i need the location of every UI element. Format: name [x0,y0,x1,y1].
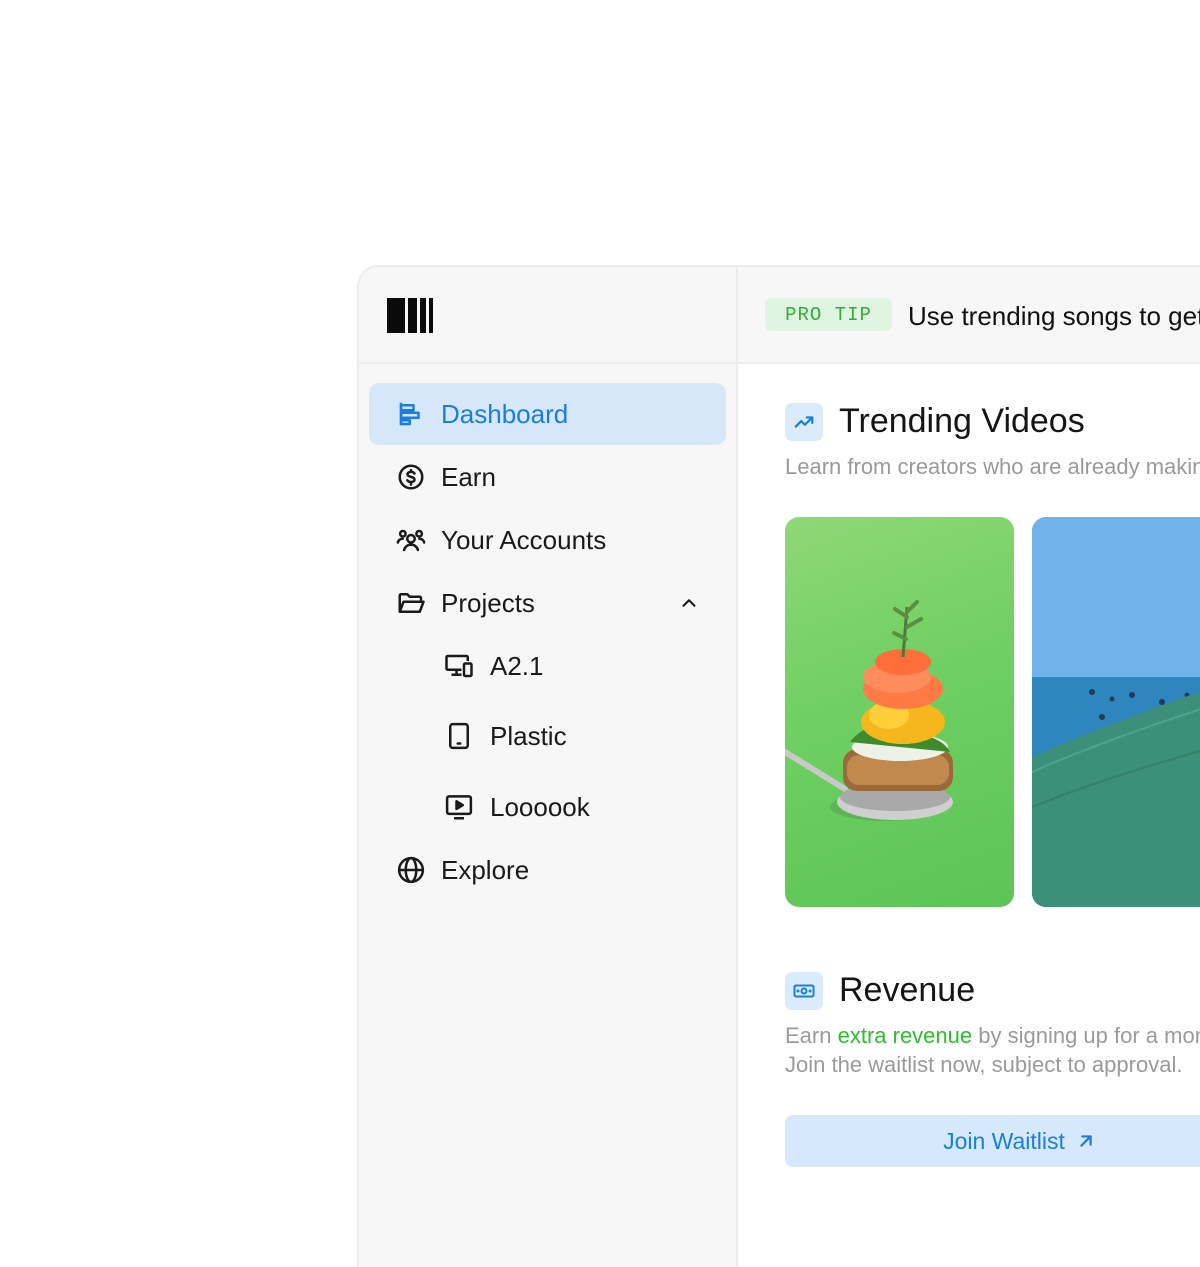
sidebar-item-label: Dashboard [441,398,569,429]
pro-tip-text: Use trending songs to get more views [908,301,1200,331]
video-player-icon [445,795,473,820]
sea-photo [1032,517,1200,907]
folder-open-icon [398,593,425,613]
sidebar: Dashboard Earn Your Accounts Projects A2… [359,267,738,1267]
sidebar-item-label: Earn [441,461,496,492]
trending-videos-description: Learn from creators who are already maki… [785,454,1200,479]
project-item-plastic[interactable]: Plastic [369,705,726,767]
video-card-sea[interactable] [1032,517,1200,907]
globe-icon [397,856,425,884]
join-waitlist-label: Join Waitlist [943,1127,1065,1154]
revenue-description-line2: Join the waitlist now, subject to approv… [785,1052,1183,1077]
revenue-description: Earn extra revenue by signing up for a m… [785,1021,1200,1050]
devices-icon [445,654,473,678]
project-item-label: Plastic [490,720,567,751]
sidebar-header [359,267,736,364]
top-bar: PRO TIP Use trending songs to get more v… [738,267,1200,364]
food-photo [785,600,953,821]
dollar-circle-icon [398,464,424,490]
sidebar-item-explore[interactable]: Explore [369,839,726,901]
sidebar-item-label: Explore [441,854,530,885]
trending-up-icon [785,403,823,441]
dashboard-chart-icon [399,402,420,426]
trending-videos-title: Trending Videos [839,402,1085,440]
join-waitlist-button[interactable]: Join Waitlist [785,1115,1200,1167]
sidebar-item-dashboard[interactable]: Dashboard [369,383,726,445]
tablet-icon [449,722,469,750]
revenue-highlight: extra revenue [837,1023,973,1048]
main-content: Trending Videos Learn from creators who … [738,364,1200,1267]
chevron-up-icon[interactable] [678,592,700,614]
arrow-up-right-icon [1080,1135,1092,1147]
project-item-label: Loooook [490,791,590,822]
app-window: Dashboard Earn Your Accounts Projects A2… [357,265,1200,1267]
users-group-icon [396,529,426,552]
project-item-label: A2.1 [490,650,544,681]
revenue-title: Revenue [839,971,976,1009]
sidebar-item-earn[interactable]: Earn [369,446,726,508]
pro-tip-badge: PRO TIP [765,298,892,331]
revenue-desc-suffix: by signing up for a monetization plan. [978,1023,1200,1048]
project-item-looooook[interactable]: Loooook [369,776,726,838]
video-card-food[interactable] [785,517,1014,907]
revenue-desc-prefix: Earn [785,1023,838,1048]
sidebar-item-projects[interactable]: Projects [369,572,726,634]
sidebar-item-your-accounts[interactable]: Your Accounts [369,509,726,571]
sidebar-item-label: Your Accounts [441,524,607,555]
project-item-a2-1[interactable]: A2.1 [369,635,726,697]
sidebar-item-label: Projects [441,587,535,618]
money-bill-icon [785,972,823,1010]
app-logo[interactable] [387,298,433,333]
